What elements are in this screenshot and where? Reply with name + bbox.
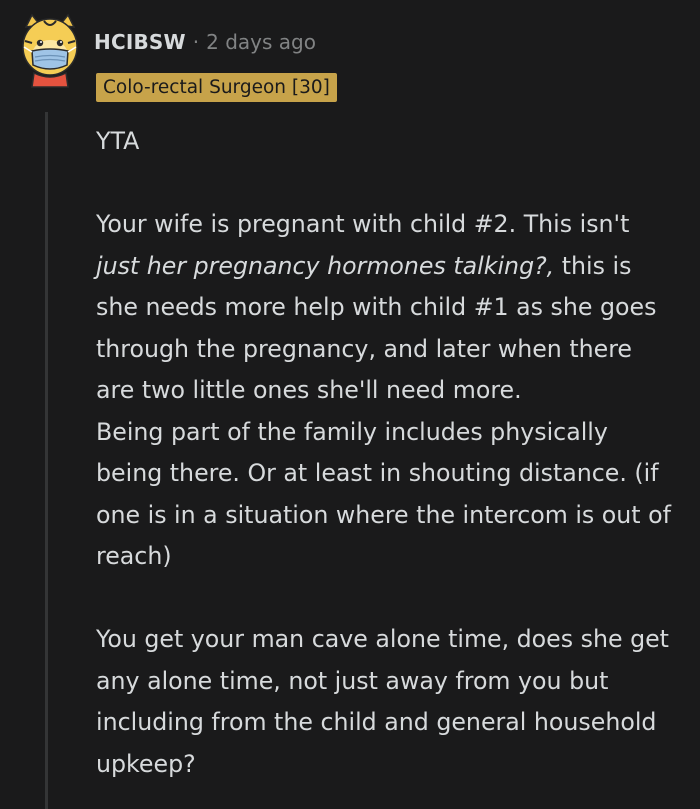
comment-paragraph-4: You get your man cave alone time, does s… bbox=[96, 625, 669, 778]
user-flair: Colo-rectal Surgeon [30] bbox=[96, 73, 337, 102]
comment-paragraph-1: YTA bbox=[96, 127, 140, 155]
separator-dot: · bbox=[192, 30, 200, 54]
p2-italic-text: just her pregnancy hormones talking?, bbox=[96, 251, 555, 280]
comment-header: HCIBSW · 2 days ago bbox=[94, 30, 316, 54]
avatar-icon bbox=[22, 13, 78, 88]
p2-text-start: Your wife is pregnant with child #2. Thi… bbox=[96, 210, 630, 238]
comment-paragraph-2: Your wife is pregnant with child #2. Thi… bbox=[96, 204, 676, 412]
thread-collapse-line[interactable] bbox=[45, 112, 48, 809]
avatar[interactable] bbox=[20, 11, 80, 89]
username[interactable]: HCIBSW bbox=[94, 30, 186, 54]
flair-text: Colo-rectal Surgeon [30] bbox=[103, 77, 330, 98]
timestamp[interactable]: 2 days ago bbox=[206, 30, 316, 54]
comment-paragraph-3: Being part of the family includes physic… bbox=[96, 417, 671, 571]
comment-body: YTA Your wife is pregnant with child #2.… bbox=[96, 121, 676, 785]
